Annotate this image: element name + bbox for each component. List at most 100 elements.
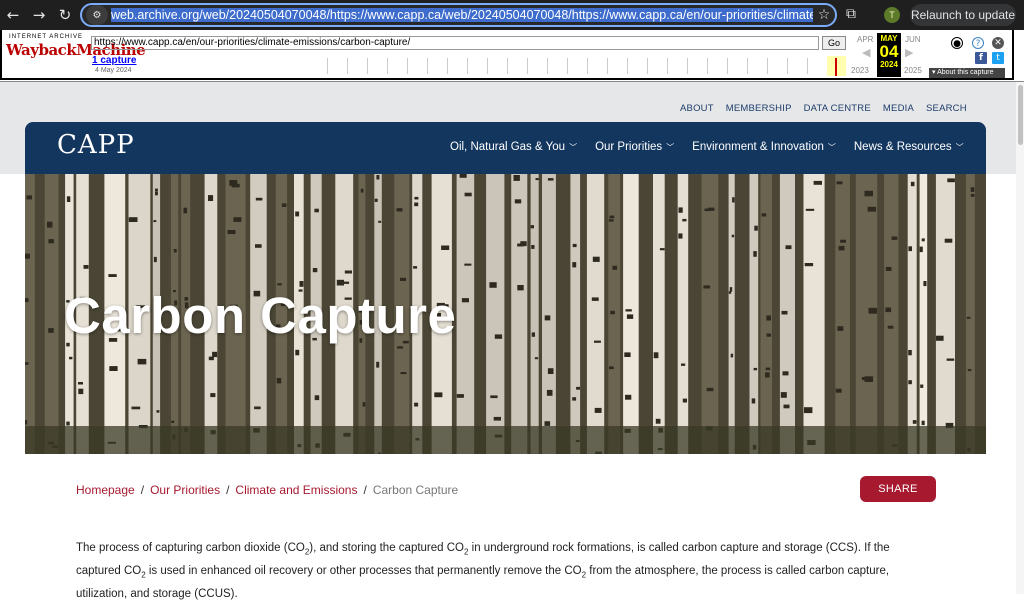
wayback-next-arrow-icon[interactable]: ▶ <box>905 46 913 59</box>
facebook-icon[interactable]: f <box>975 52 987 64</box>
bark-mark <box>210 393 216 398</box>
bark-mark <box>608 219 614 222</box>
wayback-cur-year: 2024 <box>880 60 898 69</box>
sparkline-tick <box>647 58 648 74</box>
address-bar-url[interactable]: web.archive.org/web/20240504070048/https… <box>111 8 813 22</box>
address-bar[interactable]: ⚙ web.archive.org/web/20240504070048/htt… <box>80 3 837 27</box>
sparkline-tick <box>367 58 368 74</box>
bark-mark <box>513 175 520 181</box>
tree-trunk <box>749 174 759 454</box>
profile-avatar[interactable]: T <box>884 7 900 23</box>
bark-mark <box>362 402 366 407</box>
bark-mark <box>314 395 320 401</box>
reload-icon[interactable]: ↻ <box>52 0 78 30</box>
text-span: is used in enhanced oil recovery or othe… <box>145 564 582 577</box>
bark-mark <box>109 366 118 371</box>
wayback-account-icon[interactable]: ● <box>951 37 963 49</box>
breadcrumb-climate-emissions[interactable]: Climate and Emissions <box>235 483 357 497</box>
tree-trunk <box>44 174 59 454</box>
tree-trunk <box>907 174 917 454</box>
page-scrollbar-thumb[interactable] <box>1018 85 1023 145</box>
bark-mark <box>919 246 923 253</box>
sparkline-tick <box>467 58 468 74</box>
capp-logo-text: CAPP <box>57 130 135 160</box>
util-nav-media[interactable]: MEDIA <box>883 103 914 114</box>
bark-mark <box>295 349 300 356</box>
util-nav-search[interactable]: SEARCH <box>926 103 967 114</box>
wayback-help-icon[interactable]: ? <box>972 37 984 49</box>
nav-item-environment[interactable]: Environment & Innovation ﹀ <box>692 141 836 153</box>
wayback-logo[interactable]: INTERNET ARCHIVE WaybackMachine <box>6 34 146 68</box>
nav-item-news[interactable]: News & Resources ﹀ <box>854 141 964 153</box>
nav-item-oil-gas[interactable]: Oil, Natural Gas & You ﹀ <box>450 141 577 153</box>
wayback-sparkline[interactable] <box>327 54 847 76</box>
sparkline-tick <box>487 58 488 74</box>
wayback-cur-day: 04 <box>879 42 899 61</box>
wayback-close-icon[interactable]: ✕ <box>992 37 1004 49</box>
wayback-next-month[interactable]: JUN <box>905 35 921 44</box>
utility-nav: ABOUT MEMBERSHIP DATA CENTRE MEDIA SEARC… <box>680 103 967 114</box>
site-info-icon[interactable]: ⚙ <box>86 5 108 25</box>
bark-mark <box>609 366 614 370</box>
bark-mark <box>728 291 732 294</box>
breadcrumb-separator: / <box>226 483 230 497</box>
sparkline-tick <box>787 58 788 74</box>
breadcrumb-homepage[interactable]: Homepage <box>76 483 135 497</box>
forward-icon[interactable]: → <box>26 0 52 30</box>
bark-mark <box>108 274 117 277</box>
capp-logo[interactable]: CAPP <box>57 130 135 160</box>
bark-mark <box>761 213 767 217</box>
bark-mark <box>751 398 756 404</box>
sparkline-tick <box>427 58 428 74</box>
sparkline-tick <box>727 58 728 74</box>
bark-mark <box>681 363 686 366</box>
bark-mark <box>682 398 687 403</box>
page-scrollbar-track <box>1016 82 1024 594</box>
tree-trunk <box>728 174 735 454</box>
bark-mark <box>400 372 407 375</box>
wayback-captures-link[interactable]: 1 capture <box>92 55 136 66</box>
bark-mark <box>785 245 792 250</box>
breadcrumb-current: Carbon Capture <box>372 483 459 497</box>
twitter-icon[interactable]: t <box>992 52 1004 64</box>
tree-trunk <box>511 174 528 454</box>
bookmark-star-icon[interactable]: ☆ <box>813 7 835 23</box>
bark-mark <box>544 421 551 426</box>
util-nav-membership[interactable]: MEMBERSHIP <box>726 103 792 114</box>
bark-mark <box>864 190 873 197</box>
bark-mark <box>493 416 501 421</box>
tree-trunk <box>919 174 928 454</box>
bark-mark <box>732 197 735 203</box>
bark-mark <box>414 196 419 200</box>
wayback-prev-arrow-icon[interactable]: ◀ <box>862 46 870 59</box>
bark-mark <box>592 256 600 262</box>
sparkline-tick <box>447 58 448 74</box>
bark-mark <box>920 384 924 388</box>
util-nav-data-centre[interactable]: DATA CENTRE <box>804 103 871 114</box>
extensions-icon[interactable]: ⧉ <box>846 6 864 24</box>
wayback-go-button[interactable]: Go <box>822 36 846 50</box>
bark-mark <box>530 225 534 229</box>
bark-mark <box>254 406 261 410</box>
nav-item-our-priorities[interactable]: Our Priorities ﹀ <box>595 141 674 153</box>
wayback-url-input[interactable]: https://www.capp.ca/en/our-priorities/cl… <box>91 36 819 50</box>
bark-mark <box>546 389 553 396</box>
bark-mark <box>534 357 539 360</box>
wayback-prev-year[interactable]: 2023 <box>851 66 869 75</box>
bark-mark <box>765 367 771 371</box>
wayback-about-capture[interactable]: ▾ About this capture <box>929 68 1005 78</box>
wayback-next-year[interactable]: 2025 <box>904 66 922 75</box>
bark-mark <box>653 352 659 359</box>
breadcrumb-our-priorities[interactable]: Our Priorities <box>150 483 220 497</box>
util-nav-about[interactable]: ABOUT <box>680 103 714 114</box>
bark-mark <box>131 406 141 410</box>
bark-mark <box>155 191 158 196</box>
tree-trunk <box>653 174 665 454</box>
bark-mark <box>414 402 419 407</box>
relaunch-button[interactable]: Relaunch to update <box>910 4 1016 26</box>
back-icon[interactable]: ← <box>0 0 26 30</box>
share-button[interactable]: SHARE <box>860 476 936 502</box>
bark-mark <box>908 246 912 252</box>
wayback-prev-month[interactable]: APR <box>857 35 873 44</box>
bark-mark <box>83 265 89 269</box>
